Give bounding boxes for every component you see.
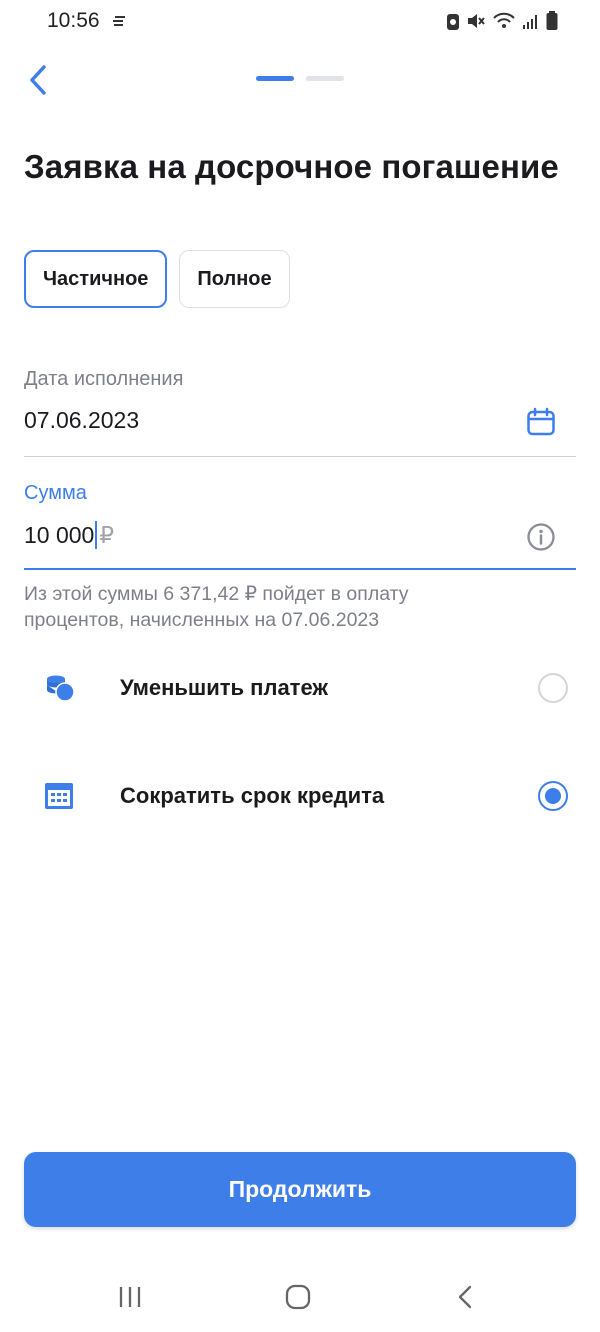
partial-repayment-chip[interactable]: Частичное (24, 250, 168, 308)
amount-field-underline (24, 568, 576, 570)
back-button[interactable] (20, 60, 56, 100)
info-icon[interactable] (526, 522, 556, 557)
step-2-indicator (306, 76, 344, 81)
battery-icon (546, 11, 558, 30)
amount-field[interactable]: Сумма 10 000 ₽ (24, 482, 576, 572)
calendar-grid-icon (44, 781, 74, 816)
repayment-type-selector: Частичное Полное (24, 250, 290, 308)
page-title: Заявка на досрочное погашение (24, 148, 559, 185)
amount-field-label: Сумма (24, 482, 87, 504)
amount-field-input[interactable]: 10 000 ₽ (24, 521, 576, 549)
option-shorten-term[interactable]: Сократить срок кредита (24, 766, 576, 826)
date-field-value[interactable]: 07.06.2023 (24, 407, 576, 434)
step-1-indicator (256, 76, 294, 81)
home-icon[interactable] (285, 1284, 311, 1315)
status-icons (446, 11, 558, 31)
alarm-icon (447, 14, 459, 30)
option-reduce-payment-label: Уменьшить платеж (120, 675, 329, 700)
currency-sign: ₽ (99, 521, 114, 548)
date-field[interactable]: Дата исполнения 07.06.2023 (24, 368, 576, 458)
continue-button[interactable]: Продолжить (24, 1152, 576, 1227)
chevron-left-icon (30, 65, 46, 95)
step-indicator (256, 76, 344, 81)
full-repayment-chip[interactable]: Полное (179, 250, 290, 308)
status-bar: 10:56 (0, 0, 600, 44)
shorten-term-radio[interactable] (538, 781, 568, 811)
status-time: 10:56 (47, 9, 100, 32)
coins-icon (44, 673, 76, 708)
signal-icon (523, 15, 537, 29)
date-field-label: Дата исполнения (24, 368, 184, 390)
mute-icon (468, 14, 485, 28)
text-caret (95, 521, 98, 549)
option-shorten-term-label: Сократить срок кредита (120, 783, 385, 808)
reduce-payment-radio[interactable] (538, 673, 568, 703)
nav-back-icon[interactable] (456, 1284, 474, 1315)
amount-value: 10 000 (24, 521, 95, 548)
calendar-icon[interactable] (526, 407, 556, 442)
date-field-underline (24, 456, 576, 457)
notification-icon (112, 14, 126, 32)
amount-hint: Из этой суммы 6 371,42 ₽ пойдет в оплату… (24, 583, 409, 631)
option-reduce-payment[interactable]: Уменьшить платеж (24, 658, 576, 718)
wifi-icon (493, 12, 515, 28)
recent-apps-icon[interactable] (118, 1284, 142, 1315)
system-nav-bar (0, 1266, 600, 1332)
